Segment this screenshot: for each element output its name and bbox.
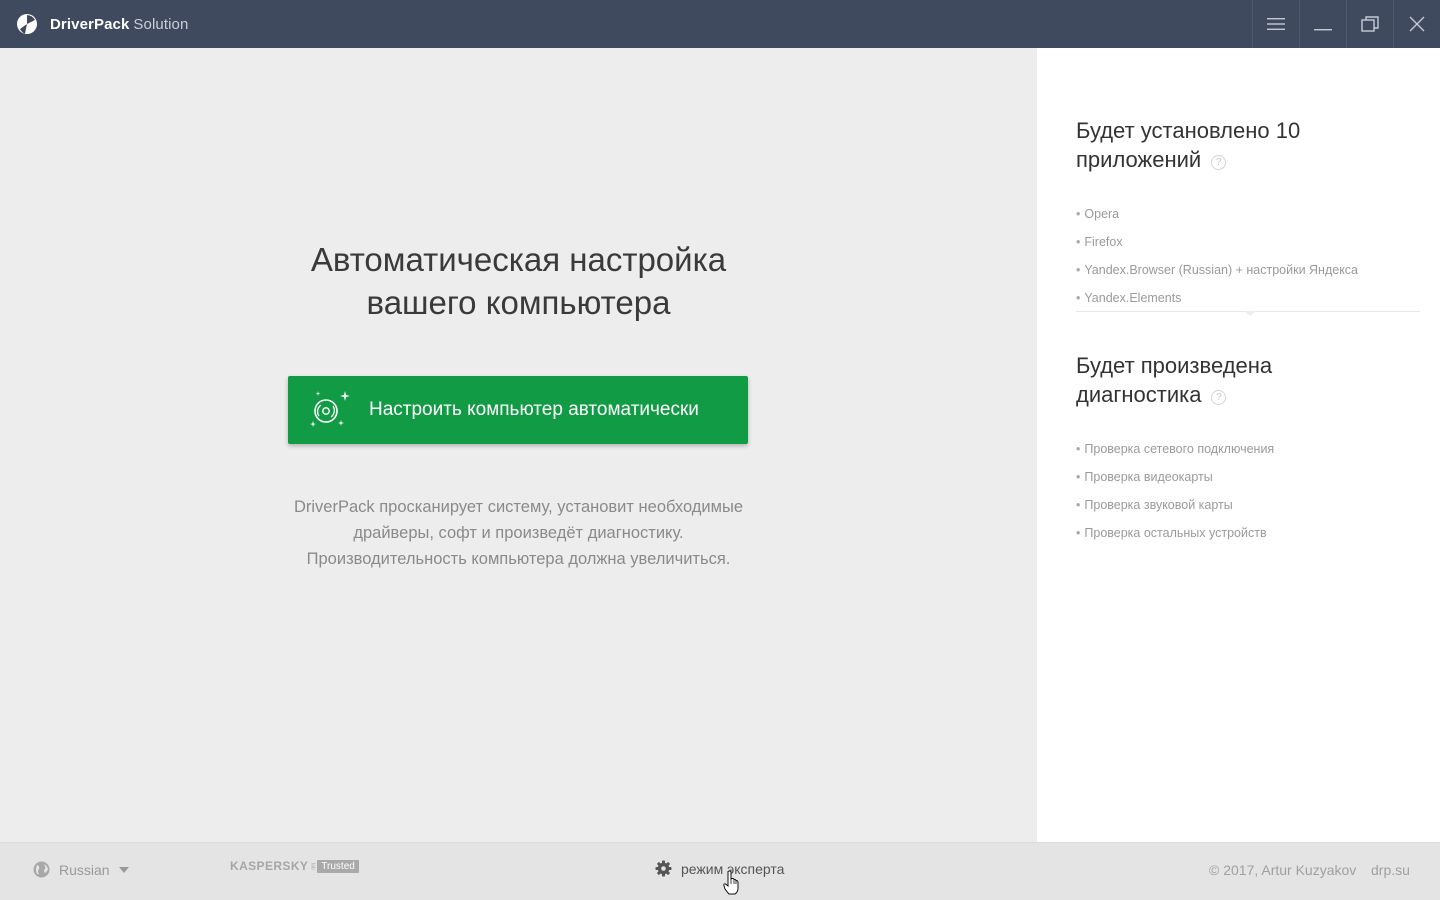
minimize-icon bbox=[1314, 29, 1332, 31]
list-item: Yandex.Elements bbox=[1076, 284, 1420, 312]
close-button[interactable] bbox=[1393, 0, 1440, 48]
minimize-button[interactable] bbox=[1299, 0, 1346, 48]
app-title: DriverPack Solution bbox=[50, 15, 189, 33]
menu-button[interactable] bbox=[1252, 0, 1299, 48]
summary-panel: Будет установлено 10 приложений? Opera F… bbox=[1037, 48, 1440, 842]
diagnostics-section: Будет произведена диагностика? Проверка … bbox=[1076, 351, 1420, 547]
window-controls bbox=[1252, 0, 1440, 48]
title-bar: DriverPack Solution bbox=[0, 0, 1440, 48]
site-link[interactable]: drp.su bbox=[1371, 862, 1410, 878]
help-icon[interactable]: ? bbox=[1211, 390, 1227, 405]
kaspersky-logo: KASPERSKY bbox=[230, 859, 309, 873]
gear-icon bbox=[655, 860, 672, 877]
restore-icon bbox=[1361, 16, 1379, 32]
globe-icon bbox=[33, 861, 50, 878]
chevron-down-icon bbox=[118, 866, 129, 873]
kaspersky-trusted-badge: KASPERSKY lab Trusted bbox=[230, 859, 359, 873]
section-divider bbox=[1076, 311, 1420, 316]
list-item: Firefox bbox=[1076, 228, 1420, 256]
restore-button[interactable] bbox=[1346, 0, 1393, 48]
expert-mode-label: режим эксперта bbox=[681, 860, 785, 877]
kaspersky-lab-label: lab bbox=[309, 862, 316, 870]
apps-section: Будет установлено 10 приложений? Opera F… bbox=[1076, 116, 1420, 312]
apps-list: Opera Firefox Yandex.Browser (Russian) +… bbox=[1076, 200, 1420, 312]
language-label: Russian bbox=[59, 861, 110, 878]
diagnostics-heading: Будет произведена диагностика? bbox=[1076, 353, 1273, 407]
driverpack-logo-icon bbox=[16, 13, 38, 35]
footer-bar: Russian KASPERSKY lab Trusted режим эксп… bbox=[0, 842, 1440, 900]
list-item: Проверка остальных устройств bbox=[1076, 519, 1420, 547]
close-icon bbox=[1409, 16, 1425, 32]
expert-mode-button[interactable]: режим эксперта bbox=[655, 860, 784, 877]
copyright: © 2017, Artur Kuzyakov bbox=[1209, 862, 1357, 878]
menu-icon bbox=[1267, 18, 1285, 30]
list-item: Проверка звуковой карты bbox=[1076, 491, 1420, 519]
list-item: Проверка сетевого подключения bbox=[1076, 435, 1420, 463]
page-title: Автоматическая настройка вашего компьюте… bbox=[310, 241, 727, 321]
auto-setup-label: Настроить компьютер автоматически bbox=[369, 399, 699, 420]
magic-disc-icon bbox=[304, 385, 354, 435]
trusted-badge: Trusted bbox=[317, 859, 359, 873]
help-icon[interactable]: ? bbox=[1211, 155, 1227, 170]
language-selector[interactable]: Russian bbox=[33, 861, 129, 878]
apps-heading: Будет установлено 10 приложений? bbox=[1076, 118, 1301, 172]
main-area: Автоматическая настройка вашего компьюте… bbox=[0, 48, 1037, 842]
diagnostics-list: Проверка сетевого подключения Проверка в… bbox=[1076, 435, 1420, 547]
list-item: Opera bbox=[1076, 200, 1420, 228]
auto-setup-button[interactable]: Настроить компьютер автоматически bbox=[288, 376, 748, 444]
description: DriverPack просканирует систему, установ… bbox=[293, 498, 744, 568]
list-item: Проверка видеокарты bbox=[1076, 463, 1420, 491]
brand: DriverPack Solution bbox=[0, 0, 188, 48]
list-item: Yandex.Browser (Russian) + настройки Янд… bbox=[1076, 256, 1420, 284]
